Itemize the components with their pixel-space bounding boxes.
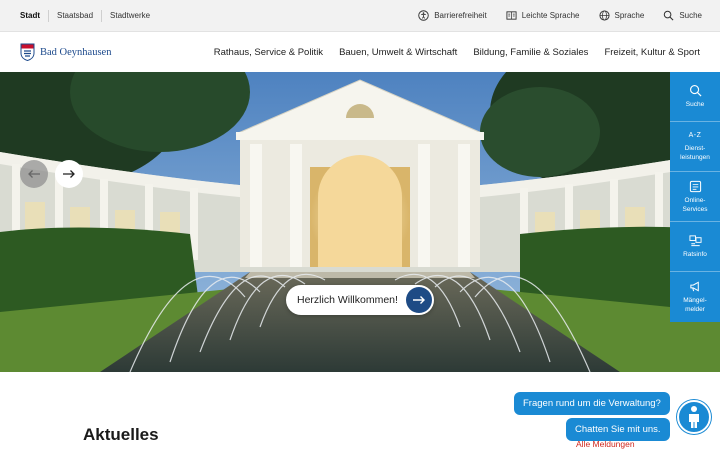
easy-language-link[interactable]: Leichte Sprache	[506, 10, 580, 21]
accessibility-label: Barrierefreiheit	[434, 11, 487, 20]
arrow-left-icon	[28, 170, 40, 178]
hero-slider	[0, 72, 720, 372]
main-navigation: Rathaus, Service & Politik Bauen, Umwelt…	[198, 47, 720, 58]
person-icon	[689, 406, 699, 428]
news-section-title: Aktuelles	[83, 425, 159, 444]
nav-bauen[interactable]: Bauen, Umwelt & Wirtschaft	[339, 47, 457, 58]
rail-online-services-label: Online-Services	[682, 196, 708, 213]
next-slide-button[interactable]	[55, 160, 83, 188]
chat-avatar-button[interactable]	[677, 400, 711, 434]
utility-tools: Barrierefreiheit Leichte Sprache Sprache…	[399, 10, 720, 21]
rail-defect-reporter-label: Mängel-melder	[683, 297, 707, 313]
a-z-icon: A-Z	[688, 132, 702, 139]
language-label: Sprache	[614, 11, 645, 20]
arrow-right-icon	[412, 296, 425, 304]
search-icon	[689, 85, 701, 97]
chat-prompt-bubble[interactable]: Fragen rund um die Verwaltung?	[514, 392, 670, 415]
utility-bar: Stadt Staatsbad Stadtwerke Barrierefreih…	[0, 0, 720, 32]
nav-rathaus[interactable]: Rathaus, Service & Politik	[214, 47, 323, 58]
rail-search-label: Suche	[685, 101, 705, 108]
portal-switcher: Stadt Staatsbad Stadtwerke	[0, 9, 158, 22]
page: Stadt Staatsbad Stadtwerke Barrierefreih…	[0, 0, 720, 450]
nav-bildung[interactable]: Bildung, Familie & Soziales	[473, 47, 588, 58]
portal-stadtwerke[interactable]: Stadtwerke	[102, 10, 158, 22]
site-header: Bad Oeynhausen Rathaus, Service & Politi…	[0, 32, 720, 72]
search-icon	[664, 10, 674, 21]
easy-language-label: Leichte Sprache	[521, 11, 580, 20]
service-rail: Suche A-Z Dienst-leistungen Online-Servi…	[670, 72, 720, 322]
chat-start-bubble[interactable]: Chatten Sie mit uns.	[566, 418, 670, 441]
rail-services[interactable]: A-Z Dienst-leistungen	[670, 122, 720, 172]
accessibility-link[interactable]: Barrierefreiheit	[418, 10, 487, 21]
welcome-arrow-button[interactable]	[405, 287, 432, 313]
easy-language-icon	[506, 11, 517, 20]
search-label: Suche	[679, 11, 702, 20]
portal-stadt[interactable]: Stadt	[20, 9, 49, 22]
rail-search[interactable]: Suche	[670, 72, 720, 122]
site-logo[interactable]: Bad Oeynhausen	[0, 43, 111, 61]
welcome-link[interactable]: Herzlich Willkommen!	[286, 285, 434, 315]
rail-online-services[interactable]: Online-Services	[670, 172, 720, 222]
globe-icon	[598, 10, 610, 21]
council-icon	[688, 235, 702, 247]
language-link[interactable]: Sprache	[598, 10, 645, 21]
accessibility-icon	[418, 10, 429, 21]
hero-image	[0, 72, 720, 372]
rail-council-info[interactable]: Ratsinfo	[670, 222, 720, 272]
coat-of-arms-icon	[20, 43, 35, 61]
portal-staatsbad[interactable]: Staatsbad	[49, 9, 103, 22]
rail-council-info-label: Ratsinfo	[683, 251, 707, 258]
search-link[interactable]: Suche	[663, 10, 702, 21]
welcome-label: Herzlich Willkommen!	[297, 294, 398, 306]
megaphone-icon	[689, 281, 699, 292]
nav-freizeit[interactable]: Freizeit, Kultur & Sport	[604, 47, 700, 58]
arrow-right-icon	[63, 170, 75, 178]
logo-text: Bad Oeynhausen	[40, 46, 112, 58]
online-services-icon	[689, 180, 701, 192]
previous-slide-button[interactable]	[20, 160, 48, 188]
rail-services-label: Dienst-leistungen	[680, 145, 710, 161]
rail-defect-reporter[interactable]: Mängel-melder	[670, 272, 720, 322]
